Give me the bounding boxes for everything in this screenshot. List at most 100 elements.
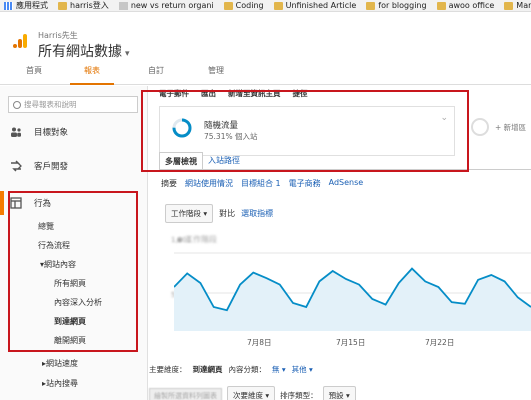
bookmark-item[interactable]: new vs return organi — [118, 1, 214, 10]
add-segment-button[interactable]: + 新增區 — [471, 118, 526, 136]
segment-card[interactable]: 隨機流量 75.31% 個入站 ⌄ — [159, 106, 455, 156]
sidebar-sub-site-speed[interactable]: ▸網站速度 — [42, 358, 78, 369]
sort-type-value: 預設 — [328, 391, 344, 400]
tab-reports[interactable]: 報表 — [84, 65, 100, 76]
chevron-down-icon[interactable]: ⌄ — [440, 113, 448, 123]
bookmark-label: 應用程式 — [16, 1, 48, 10]
sidebar-sub-exit-pages[interactable]: 離開網頁 — [54, 335, 86, 346]
sidebar-sub-site-search[interactable]: ▸站內搜尋 — [42, 378, 78, 389]
sidebar-sub-content-drilldown[interactable]: 內容深入分析 — [54, 297, 102, 308]
tab-customization[interactable]: 自訂 — [148, 65, 164, 76]
sort-type-label: 排序類型： — [280, 391, 318, 400]
bookmark-item[interactable]: 應用程式 — [4, 0, 48, 11]
header: Harris先生 所有網站數據 ▾ — [0, 13, 531, 60]
select-metric-link[interactable]: 選取指標 — [241, 208, 273, 219]
search-input[interactable]: 搜尋報表和說明 — [8, 96, 138, 113]
primary-dimension-label: 主要維度： — [149, 365, 187, 374]
bookmark-item[interactable]: Coding — [223, 1, 264, 10]
page-icon — [118, 1, 128, 10]
report-action-menu: 電子郵件 匯出 新增至資訊主頁 捷徑 — [159, 88, 308, 99]
secondary-dimension-label: 次要維度 — [233, 391, 263, 400]
bookmark-item[interactable]: Unfinished Article — [273, 1, 357, 10]
bookmark-item[interactable]: Marketing Blo — [504, 1, 531, 10]
bookmark-label: for blogging — [378, 1, 427, 10]
y-tick-label: 1,000 — [171, 236, 192, 244]
folder-icon — [223, 1, 233, 10]
bookmark-label: harris登入 — [70, 1, 109, 10]
sidebar-sub-landing-pages[interactable]: 到達網頁 — [54, 316, 86, 327]
metric-dropdown[interactable]: 工作階段 ▾ — [165, 204, 214, 223]
add-segment-label: + 新增區 — [495, 122, 527, 132]
folder-icon — [273, 1, 283, 10]
explorer-tab-summary[interactable]: 摘要 — [161, 178, 177, 189]
folder-icon — [366, 1, 376, 10]
bookmarks-bar: 應用程式 harris登入 new vs return organi Coding Un… — [0, 0, 531, 12]
table-controls-row: 繪製所選資料列圖表 次要維度 ▾ 排序類型： 預設 ▾ — [149, 386, 356, 400]
bookmark-item[interactable]: harris登入 — [58, 0, 109, 11]
bookmark-label: new vs return organi — [130, 1, 214, 10]
sidebar-sub-site-content[interactable]: ▾網站內容 — [40, 259, 76, 270]
tab-entrance-paths[interactable]: 入站路徑 — [203, 152, 245, 170]
folder-icon — [58, 1, 67, 10]
account-name: Harris先生 — [38, 31, 78, 40]
search-placeholder: 搜尋報表和說明 — [24, 100, 77, 109]
grid-icon — [4, 1, 13, 10]
acquisition-arrows-icon — [11, 160, 22, 172]
content-grouping-label: 內容分類： — [228, 365, 267, 374]
other-dimension-link[interactable]: 其他 ▾ — [292, 364, 313, 375]
explorer-tab[interactable]: 電子商務 — [289, 178, 321, 189]
view-tabs: 多層檢視 入站路徑 — [159, 152, 245, 170]
main-content: 電子郵件 匯出 新增至資訊主頁 捷徑 隨機流量 75.31% 個入站 ⌄ + 新增區 … — [149, 86, 531, 400]
report-action-item[interactable]: 捷徑 — [293, 88, 308, 99]
sidebar: 搜尋報表和說明 目標對象 客戶開發 行為 總覽 行為流程 ▾網站內容 所有網頁 … — [0, 86, 148, 400]
behavior-window-icon — [10, 197, 22, 209]
bookmark-label: Marketing Blo — [516, 1, 531, 10]
x-tick-label: 7月22日 — [425, 338, 455, 347]
tab-multi-level-view[interactable]: 多層檢視 — [159, 152, 203, 170]
bookmark-item[interactable]: for blogging — [366, 1, 427, 10]
chart-area-fill — [174, 268, 531, 331]
sort-type-dropdown[interactable]: 預設 ▾ — [322, 386, 356, 400]
other-dimension-text: 其他 — [291, 365, 307, 374]
active-tab-indicator — [70, 83, 114, 85]
sidebar-item-behavior[interactable]: 行為 — [0, 191, 148, 215]
sessions-line-chart — [174, 252, 531, 331]
compare-label: 對比 — [219, 209, 236, 218]
plot-rows-button[interactable]: 繪製所選資料列圖表 — [149, 387, 222, 400]
tab-home[interactable]: 首頁 — [26, 65, 42, 76]
sidebar-item-audience[interactable]: 目標對象 — [0, 122, 148, 142]
report-action-item[interactable]: 新增至資訊主頁 — [228, 88, 281, 99]
explorer-tab[interactable]: AdSense — [329, 178, 364, 189]
top-tabs: 首頁 報表 自訂 管理 — [0, 57, 531, 85]
analytics-logo-icon — [13, 34, 27, 48]
add-segment-circle-icon — [471, 118, 489, 136]
explorer-tab[interactable]: 網站使用情況 — [185, 178, 233, 189]
bookmark-item[interactable]: awoo office — [436, 1, 495, 10]
x-tick-label: 7月15日 — [336, 338, 366, 347]
content-grouping-value[interactable]: 無 ▾ — [272, 364, 286, 375]
folder-icon — [504, 1, 514, 10]
search-icon — [13, 100, 21, 109]
sidebar-sub-all-pages[interactable]: 所有網頁 — [54, 278, 86, 289]
explorer-tabs: 摘要 網站使用情況 目標組合 1 電子商務 AdSense — [161, 178, 363, 189]
sidebar-sub-overview[interactable]: 總覽 — [38, 221, 54, 232]
segment-subtitle: 75.31% 個入站 — [204, 132, 258, 141]
chart-controls: 工作階段 ▾ 對比 選取指標 — [165, 204, 273, 223]
report-action-item[interactable]: 電子郵件 — [159, 88, 189, 99]
segment-title: 隨機流量 — [204, 121, 239, 131]
tab-admin[interactable]: 管理 — [208, 65, 224, 76]
bookmark-label: awoo office — [448, 1, 495, 10]
report-action-item[interactable]: 匯出 — [201, 88, 216, 99]
primary-dimension-current: 到達網頁 — [192, 365, 223, 374]
x-tick-label: 7月8日 — [247, 338, 272, 347]
people-icon — [11, 127, 21, 137]
primary-dimension-row: 主要維度： 到達網頁 內容分類： 無 ▾ 其他 ▾ — [149, 364, 313, 375]
sidebar-item-label: 行為 — [34, 199, 52, 209]
sidebar-item-acquisition[interactable]: 客戶開發 — [0, 156, 148, 176]
sidebar-item-label: 目標對象 — [34, 128, 69, 138]
metric-dropdown-label: 工作階段 — [171, 209, 201, 218]
explorer-tab[interactable]: 目標組合 1 — [241, 178, 281, 189]
sidebar-sub-behavior-flow[interactable]: 行為流程 — [38, 240, 70, 251]
bookmark-label: Unfinished Article — [285, 1, 357, 10]
secondary-dimension-dropdown[interactable]: 次要維度 ▾ — [227, 386, 276, 400]
